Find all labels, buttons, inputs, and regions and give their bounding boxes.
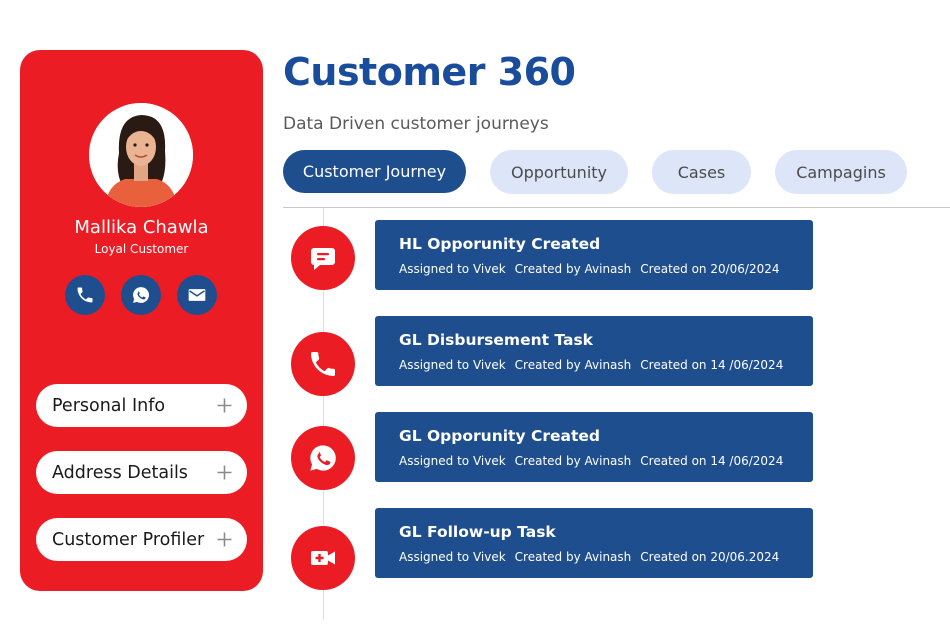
timeline-item[interactable]: GL Disbursement Task Assigned to Vivek Cr… xyxy=(375,316,813,386)
timeline-icon-badge xyxy=(291,426,355,490)
timeline-item-title: HL Opporunity Created xyxy=(399,235,601,253)
whatsapp-button[interactable] xyxy=(121,275,161,315)
whatsapp-icon xyxy=(133,287,149,303)
tab-customer-journey[interactable]: Customer Journey xyxy=(283,150,466,193)
timeline-icon-badge xyxy=(291,226,355,290)
personal-info-section[interactable]: Personal Info xyxy=(36,384,247,427)
created-on: Created on 20/06/2024 xyxy=(640,262,780,276)
customer-photo xyxy=(89,103,193,207)
timeline-item[interactable]: GL Follow-up Task Assigned to Vivek Creat… xyxy=(375,508,813,578)
page-subtitle: Data Driven customer journeys xyxy=(283,114,549,134)
tab-cases[interactable]: Cases xyxy=(652,150,751,194)
phone-icon xyxy=(311,352,335,376)
created-by: Created by Avinash xyxy=(514,550,632,564)
created-on: Created on 14 /06/2024 xyxy=(640,358,784,372)
assigned-to: Assigned to Vivek xyxy=(399,550,506,564)
customer-profiler-label: Customer Profiler xyxy=(52,529,205,550)
address-details-label: Address Details xyxy=(52,462,188,483)
assigned-to: Assigned to Vivek xyxy=(399,358,506,372)
plus-icon xyxy=(217,465,232,480)
address-details-section[interactable]: Address Details xyxy=(36,451,247,494)
mail-icon xyxy=(188,289,206,301)
created-on: Created on 14 /06/2024 xyxy=(640,454,784,468)
customer-tag: Loyal Customer xyxy=(94,242,189,256)
created-by: Created by Avinash xyxy=(514,262,632,276)
page-title: Customer 360 xyxy=(283,50,576,94)
tab-divider xyxy=(283,207,950,208)
assigned-to: Assigned to Vivek xyxy=(399,454,506,468)
plus-icon xyxy=(217,532,232,547)
plus-icon xyxy=(217,398,232,413)
personal-info-label: Personal Info xyxy=(52,395,166,416)
customer-profiler-section[interactable]: Customer Profiler xyxy=(36,518,247,561)
timeline-icon-badge xyxy=(291,332,355,396)
timeline-icon-badge xyxy=(291,526,355,590)
chat-icon xyxy=(311,248,335,270)
video-call-icon xyxy=(311,551,335,565)
timeline-item-meta: Assigned to Vivek Created by Avinash Creat… xyxy=(399,358,792,372)
timeline-item-title: GL Follow-up Task xyxy=(399,523,556,541)
avatar xyxy=(89,103,193,207)
timeline-item-meta: Assigned to Vivek Created by Avinash Creat… xyxy=(399,550,788,564)
created-by: Created by Avinash xyxy=(514,358,632,372)
email-button[interactable] xyxy=(177,275,217,315)
tab-campagins[interactable]: Campagins xyxy=(775,150,907,194)
timeline-item[interactable]: GL Opporunity Created Assigned to Vivek C… xyxy=(375,412,813,482)
timeline-item-title: GL Disbursement Task xyxy=(399,331,593,349)
whatsapp-icon xyxy=(310,445,336,471)
timeline-item-meta: Assigned to Vivek Created by Avinash Creat… xyxy=(399,262,789,276)
tab-opportunity[interactable]: Opportunity xyxy=(490,150,628,194)
timeline-item-meta: Assigned to Vivek Created by Avinash Creat… xyxy=(399,454,792,468)
timeline-item-title: GL Opporunity Created xyxy=(399,427,600,445)
customer-name: Mallika Chawla xyxy=(74,217,209,238)
created-by: Created by Avinash xyxy=(514,454,632,468)
customer-profile-card: Mallika Chawla Loyal Customer Personal I… xyxy=(20,50,263,591)
call-button[interactable] xyxy=(65,275,105,315)
created-on: Created on 20/06.2024 xyxy=(640,550,780,564)
phone-icon xyxy=(77,287,93,303)
timeline-item[interactable]: HL Opporunity Created Assigned to Vivek C… xyxy=(375,220,813,290)
assigned-to: Assigned to Vivek xyxy=(399,262,506,276)
